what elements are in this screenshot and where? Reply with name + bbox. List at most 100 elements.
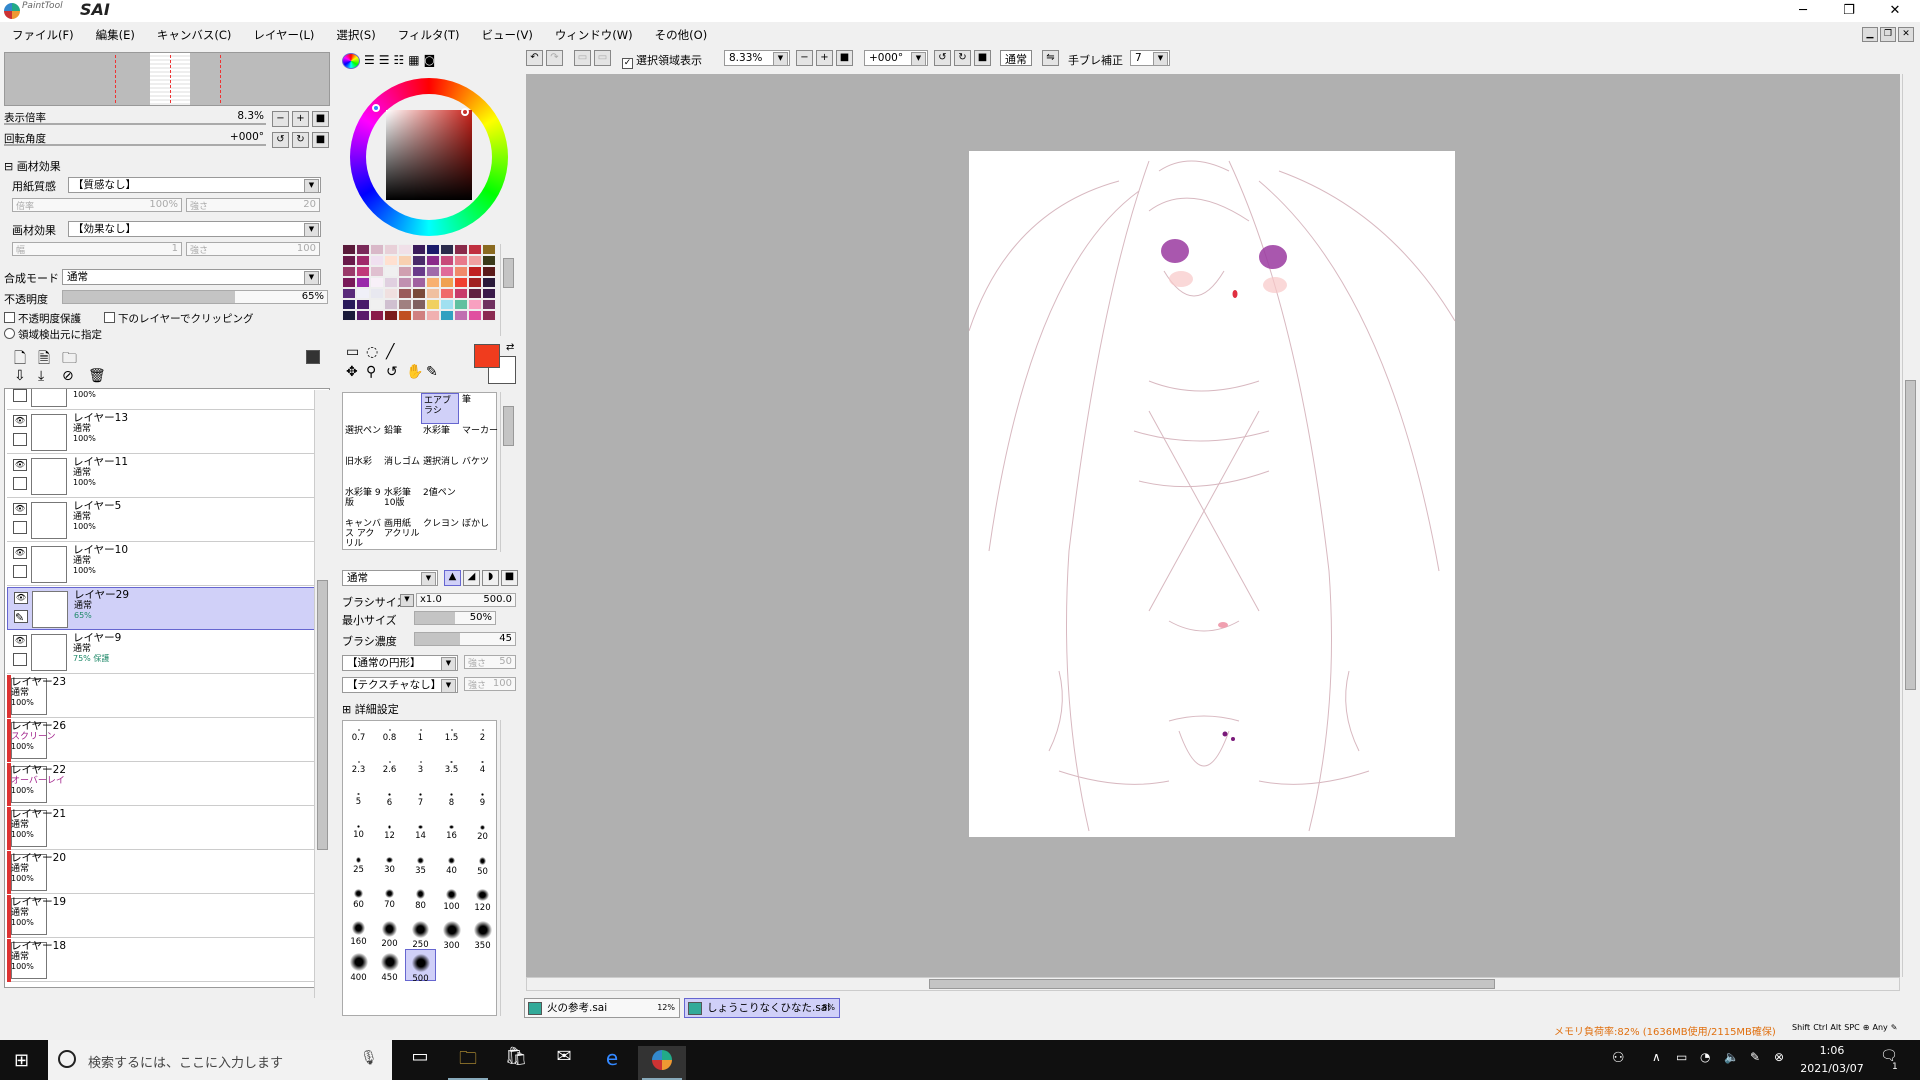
menu-layer[interactable]: レイヤー(L): [241, 24, 324, 46]
brush-size-preset[interactable]: 16: [436, 821, 467, 853]
lasso-icon[interactable]: ◌: [366, 344, 378, 360]
brush-size-preset[interactable]: 10: [343, 821, 374, 853]
color-swatch[interactable]: [342, 299, 356, 310]
edge-hard-icon[interactable]: ▲: [444, 570, 461, 586]
color-swatch[interactable]: [440, 244, 454, 255]
color-swatch[interactable]: [342, 255, 356, 266]
brush-size-preset[interactable]: 40: [436, 853, 467, 885]
canvas-zoom-in-button[interactable]: +: [816, 50, 833, 66]
layer-row[interactable]: 👁レイヤー23通常100%: [7, 675, 317, 718]
layer-lock-toggle[interactable]: [13, 653, 27, 666]
color-swatch[interactable]: [356, 310, 370, 321]
swap-colors-icon[interactable]: ⇄: [506, 342, 514, 353]
color-swatch[interactable]: [384, 299, 398, 310]
hsv-slider-tab-icon[interactable]: ☰: [379, 53, 390, 69]
brush-preset[interactable]: エアブラシ: [421, 393, 459, 424]
layer-row[interactable]: 👁レイヤー18通常100%: [7, 939, 317, 982]
visibility-eye-icon[interactable]: 👁: [13, 547, 27, 559]
doc-tab-2[interactable]: しょうこりなくひなた.sai 8%: [684, 998, 840, 1018]
color-swatch[interactable]: [356, 255, 370, 266]
layer-row[interactable]: 👁レイヤー19通常100%: [7, 895, 317, 938]
color-swatch[interactable]: [398, 310, 412, 321]
brush-preset[interactable]: 水彩筆 9版: [343, 486, 381, 517]
brush-texture-strength[interactable]: 強さ 100: [464, 677, 516, 691]
clear-layer-icon[interactable]: ⊘: [62, 368, 74, 384]
brush-preset[interactable]: クレヨン: [421, 517, 459, 548]
layer-row[interactable]: 👁通常100%: [7, 389, 317, 410]
layer-row[interactable]: 👁レイヤー21通常100%: [7, 807, 317, 850]
transfer-down-icon[interactable]: ⇩: [14, 368, 26, 384]
layer-lock-toggle[interactable]: [13, 565, 27, 578]
color-swatch[interactable]: [440, 310, 454, 321]
color-swatch[interactable]: [482, 288, 496, 299]
color-swatch[interactable]: [384, 310, 398, 321]
color-swatch[interactable]: [370, 299, 384, 310]
swatch-tab-icon[interactable]: ▦: [408, 53, 419, 69]
visibility-eye-icon[interactable]: 👁: [13, 459, 27, 471]
brush-size-scrollbar[interactable]: [500, 720, 516, 1016]
brush-preset[interactable]: 筆: [460, 393, 498, 424]
zoom-out-button[interactable]: −: [272, 111, 289, 127]
color-swatch[interactable]: [412, 255, 426, 266]
brush-size-preset[interactable]: 1: [405, 725, 436, 757]
color-swatch[interactable]: [454, 266, 468, 277]
color-swatch[interactable]: [398, 255, 412, 266]
brush-size-preset[interactable]: 200: [374, 917, 405, 949]
color-swatch[interactable]: [370, 277, 384, 288]
color-swatch[interactable]: [412, 266, 426, 277]
visibility-eye-icon[interactable]: 👁: [13, 415, 27, 427]
color-swatch[interactable]: [356, 244, 370, 255]
effect-width-slider[interactable]: 幅1: [12, 242, 182, 256]
color-swatch[interactable]: [370, 244, 384, 255]
edge-icon[interactable]: e: [588, 1046, 636, 1080]
brush-size-preset[interactable]: 60: [343, 885, 374, 917]
scratchpad-tab-icon[interactable]: ◙: [424, 53, 436, 69]
paper-scale-slider[interactable]: 倍率 100%: [12, 198, 182, 212]
brush-size-preset[interactable]: 8: [436, 789, 467, 821]
edge-softer-icon[interactable]: ◗: [482, 570, 499, 586]
color-swatch[interactable]: [468, 277, 482, 288]
color-swatch[interactable]: [356, 266, 370, 277]
brush-size-preset[interactable]: 14: [405, 821, 436, 853]
rect-select-icon[interactable]: ▭: [346, 344, 359, 360]
brush-size-preset[interactable]: 300: [436, 917, 467, 951]
layer-row[interactable]: 👁 レイヤー10 通常 100%: [7, 543, 317, 586]
layer-scrollbar[interactable]: [314, 390, 330, 998]
canvas-rotation-select[interactable]: +000°: [864, 50, 928, 66]
canvas-hscroll-thumb[interactable]: [929, 979, 1495, 989]
layer-row[interactable]: 👁 レイヤー11 通常 100%: [7, 455, 317, 498]
opacity-slider[interactable]: 65%: [62, 290, 328, 304]
ime-icon[interactable]: ⊗: [1774, 1050, 1784, 1064]
task-view-icon[interactable]: ▭: [396, 1046, 444, 1080]
color-swatch[interactable]: [482, 255, 496, 266]
color-swatch[interactable]: [454, 244, 468, 255]
flip-horizontal-button[interactable]: ⇋: [1042, 50, 1059, 66]
color-swatch[interactable]: [342, 266, 356, 277]
rotate-right-button[interactable]: ↻: [292, 132, 309, 148]
clipping-checkbox[interactable]: 下のレイヤーでクリッピング: [104, 311, 254, 326]
color-swatch[interactable]: [398, 277, 412, 288]
color-wheel-tab-icon[interactable]: [342, 53, 360, 69]
effect-strength-slider[interactable]: 強さ 100: [186, 242, 320, 256]
brush-size-dropdown[interactable]: ▼: [400, 594, 414, 607]
pen-workspace-icon[interactable]: ✎: [1750, 1050, 1760, 1064]
paper-strength-slider[interactable]: 強さ 20: [186, 198, 320, 212]
color-swatch[interactable]: [482, 244, 496, 255]
color-swatch[interactable]: [370, 288, 384, 299]
brush-preset[interactable]: 選択消し: [421, 455, 459, 486]
color-swatch[interactable]: [468, 255, 482, 266]
color-swatch[interactable]: [398, 244, 412, 255]
brush-size-preset[interactable]: 25: [343, 853, 374, 885]
brush-mode-select[interactable]: 通常: [342, 570, 438, 586]
canvas-horizontal-scrollbar[interactable]: [526, 977, 1900, 991]
color-swatch[interactable]: [482, 310, 496, 321]
wifi-icon[interactable]: ◔: [1700, 1050, 1710, 1064]
layer-row[interactable]: 👁 レイヤー13 通常 100%: [7, 411, 317, 454]
brush-preset-scrollbar[interactable]: [500, 392, 516, 552]
paper-texture-select[interactable]: 【質感なし】: [68, 177, 321, 193]
selection-source-radio[interactable]: 領域検出元に指定: [4, 327, 102, 342]
brush-size-preset[interactable]: 450: [374, 949, 405, 983]
search-box[interactable]: 検索するには、ここに入力します 🎙: [48, 1040, 392, 1080]
brush-preset[interactable]: 画用紙 アクリル: [382, 517, 420, 548]
color-swatch[interactable]: [384, 255, 398, 266]
